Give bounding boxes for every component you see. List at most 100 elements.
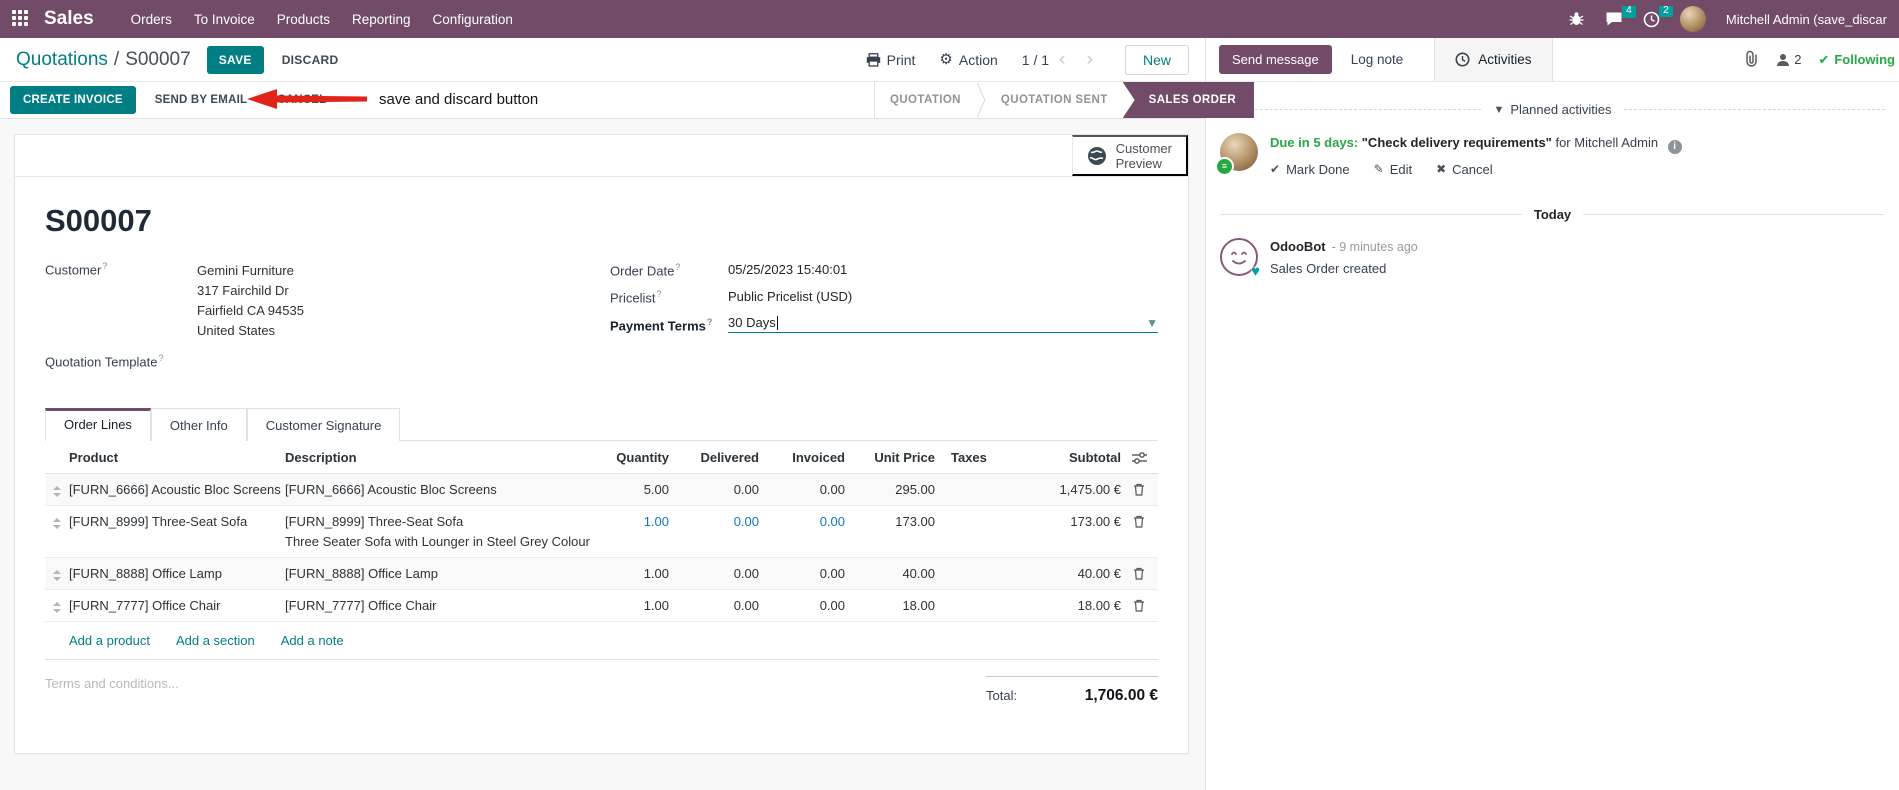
cell-unit-price[interactable]: 295.00 xyxy=(845,482,935,497)
planned-activities-divider[interactable]: ▼ Planned activities xyxy=(1220,102,1885,117)
activities-tab-label: Activities xyxy=(1478,52,1532,67)
pager-arrows[interactable]: ‹ › xyxy=(1059,49,1101,71)
drag-handle-icon[interactable] xyxy=(45,482,69,498)
delete-row-icon[interactable] xyxy=(1121,566,1157,580)
cell-description[interactable]: [FURN_6666] Acoustic Bloc Screens xyxy=(285,482,595,497)
nav-item-orders[interactable]: Orders xyxy=(120,2,183,37)
cell-quantity[interactable]: 1.00 xyxy=(595,566,669,581)
cell-invoiced[interactable]: 0.00 xyxy=(759,598,845,613)
action-button[interactable]: ⚙ Action xyxy=(939,52,997,68)
cell-delivered[interactable]: 0.00 xyxy=(669,514,759,529)
info-icon[interactable]: i xyxy=(1667,139,1682,154)
step-sales-order[interactable]: SALES ORDER xyxy=(1122,82,1255,118)
send-message-button[interactable]: Send message xyxy=(1219,45,1332,74)
nav-item-products[interactable]: Products xyxy=(266,2,341,37)
drag-handle-icon[interactable] xyxy=(45,566,69,582)
terms-placeholder[interactable]: Terms and conditions... xyxy=(45,676,986,691)
preview-label-line1: Customer xyxy=(1115,140,1172,156)
col-subtotal: Subtotal xyxy=(1069,449,1121,465)
step-quotation-sent[interactable]: QUOTATION SENT xyxy=(986,82,1123,118)
tab-other-info[interactable]: Other Info xyxy=(150,408,247,442)
log-note-button[interactable]: Log note xyxy=(1338,45,1417,74)
tab-customer-signature[interactable]: Customer Signature xyxy=(246,408,401,442)
cell-product[interactable]: [FURN_6666] Acoustic Bloc Screens xyxy=(69,482,285,497)
cell-product[interactable]: [FURN_8999] Three-Seat Sofa xyxy=(69,514,285,529)
debug-bug-icon[interactable] xyxy=(1568,11,1585,27)
followers-button[interactable]: 2 xyxy=(1776,52,1801,67)
cancel-activity-button[interactable]: ✖ Cancel xyxy=(1436,162,1493,177)
total-label: Total: xyxy=(986,688,1018,704)
cell-unit-price[interactable]: 18.00 xyxy=(845,598,935,613)
cell-quantity[interactable]: 5.00 xyxy=(595,482,669,497)
mark-done-button[interactable]: ✔ Mark Done xyxy=(1270,162,1350,177)
order-line-row[interactable]: [FURN_6666] Acoustic Bloc Screens [FURN_… xyxy=(45,474,1158,507)
optional-columns-icon[interactable] xyxy=(1121,451,1157,464)
activities-clock-icon[interactable]: 2 xyxy=(1643,6,1673,28)
payment-terms-input[interactable]: 30 Days ▼ xyxy=(728,315,1158,333)
cell-delivered[interactable]: 0.00 xyxy=(669,566,759,581)
cell-unit-price[interactable]: 40.00 xyxy=(845,566,935,581)
cell-product[interactable]: [FURN_7777] Office Chair xyxy=(69,598,285,613)
discard-button[interactable]: DISCARD xyxy=(272,46,349,74)
step-quotation[interactable]: QUOTATION xyxy=(875,82,976,118)
dropdown-caret-icon[interactable]: ▼ xyxy=(1146,316,1158,330)
message-time: - 9 minutes ago xyxy=(1331,239,1418,254)
nav-item-reporting[interactable]: Reporting xyxy=(341,2,422,37)
cell-invoiced[interactable]: 0.00 xyxy=(759,482,845,497)
messages-icon[interactable]: 4 xyxy=(1605,6,1636,27)
drag-handle-icon[interactable] xyxy=(45,598,69,614)
odoobot-avatar[interactable]: ♥ xyxy=(1220,237,1260,276)
new-button[interactable]: New xyxy=(1124,44,1189,75)
cell-delivered[interactable]: 0.00 xyxy=(669,482,759,497)
col-product: Product xyxy=(69,449,119,465)
cell-quantity[interactable]: 1.00 xyxy=(595,514,669,529)
edit-activity-button[interactable]: ✎ Edit xyxy=(1374,162,1412,177)
user-avatar[interactable] xyxy=(1679,6,1706,32)
cell-quantity[interactable]: 1.00 xyxy=(595,598,669,613)
create-invoice-button[interactable]: CREATE INVOICE xyxy=(10,86,136,114)
cell-invoiced[interactable]: 0.00 xyxy=(759,514,845,529)
cell-description[interactable]: [FURN_8888] Office Lamp xyxy=(285,566,595,581)
cell-description[interactable]: [FURN_7777] Office Chair xyxy=(285,598,595,613)
activities-tab[interactable]: Activities xyxy=(1434,38,1553,81)
order-date-field[interactable]: 05/25/2023 15:40:01 xyxy=(728,262,847,278)
cancel-button[interactable]: CANCEL xyxy=(266,86,337,114)
mark-done-label: Mark Done xyxy=(1286,161,1350,177)
app-name[interactable]: Sales xyxy=(44,8,94,30)
attachments-button[interactable] xyxy=(1744,50,1759,70)
order-line-row[interactable]: [FURN_7777] Office Chair [FURN_7777] Off… xyxy=(45,590,1158,623)
drag-handle-icon[interactable] xyxy=(45,514,69,530)
save-button[interactable]: SAVE xyxy=(206,45,264,74)
add-section-link[interactable]: Add a section xyxy=(176,633,255,648)
customer-preview-button[interactable]: Customer Preview xyxy=(1071,135,1188,176)
customer-name-link[interactable]: Gemini Furniture xyxy=(197,261,304,281)
activity-avatar[interactable]: ≡ xyxy=(1215,133,1258,176)
cell-unit-price[interactable]: 173.00 xyxy=(845,514,935,529)
order-line-row[interactable]: [FURN_8888] Office Lamp [FURN_8888] Offi… xyxy=(45,558,1158,591)
cell-delivered[interactable]: 0.00 xyxy=(669,598,759,613)
add-product-link[interactable]: Add a product xyxy=(69,633,150,648)
cell-description[interactable]: [FURN_8999] Three-Seat Sofa Three Seater… xyxy=(285,514,595,549)
delete-row-icon[interactable] xyxy=(1121,482,1157,496)
delete-row-icon[interactable] xyxy=(1121,598,1157,612)
nav-item-configuration[interactable]: Configuration xyxy=(422,2,524,37)
user-name[interactable]: Mitchell Admin (save_discar xyxy=(1726,12,1887,27)
order-line-row[interactable]: [FURN_8999] Three-Seat Sofa [FURN_8999] … xyxy=(45,506,1158,559)
record-title: S00007 xyxy=(45,203,152,238)
cell-invoiced[interactable]: 0.00 xyxy=(759,566,845,581)
col-description: Description xyxy=(285,449,357,465)
apps-grid-icon[interactable] xyxy=(12,10,30,28)
cell-product[interactable]: [FURN_8888] Office Lamp xyxy=(69,566,285,581)
following-button[interactable]: ✔ Following xyxy=(1818,52,1895,68)
print-button[interactable]: Print xyxy=(866,52,915,68)
send-by-email-button[interactable]: SEND BY EMAIL xyxy=(144,86,258,114)
customer-field[interactable]: Gemini Furniture 317 Fairchild Dr Fairfi… xyxy=(197,261,304,341)
paperclip-icon xyxy=(1746,50,1757,67)
breadcrumb-quotations[interactable]: Quotations xyxy=(16,49,108,70)
nav-item-to-invoice[interactable]: To Invoice xyxy=(183,2,266,37)
add-note-link[interactable]: Add a note xyxy=(281,633,344,648)
delete-row-icon[interactable] xyxy=(1121,514,1157,528)
tab-order-lines[interactable]: Order Lines xyxy=(45,408,151,442)
pricelist-field[interactable]: Public Pricelist (USD) xyxy=(728,289,852,305)
message-author[interactable]: OdooBot xyxy=(1270,239,1326,254)
